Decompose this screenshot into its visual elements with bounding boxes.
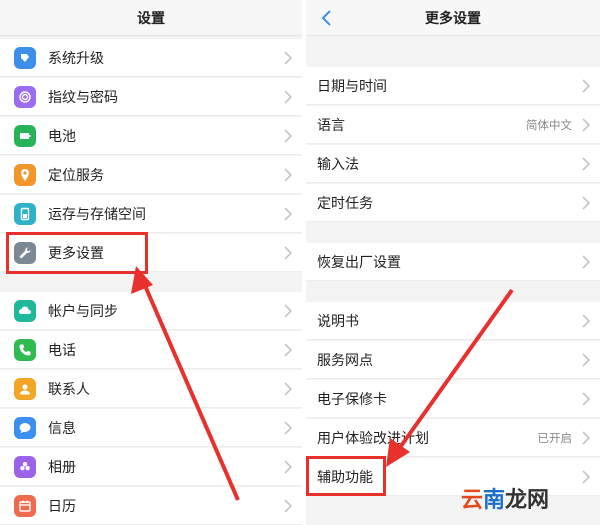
settings-item-system-update[interactable]: 系统升级 bbox=[0, 39, 302, 77]
chevron-right-icon bbox=[284, 89, 292, 104]
settings-item-label: 定位服务 bbox=[48, 167, 104, 184]
contacts-icon bbox=[14, 377, 36, 400]
setting-label: 恢复出厂设置 bbox=[317, 254, 401, 271]
cloud-sync-icon bbox=[14, 299, 36, 322]
settings-header: 设置 bbox=[0, 0, 302, 36]
setting-date-time[interactable]: 日期与时间 bbox=[306, 67, 600, 105]
chevron-right-icon bbox=[284, 206, 292, 221]
setting-value: 已开启 bbox=[537, 430, 573, 445]
watermark: 云南龙网 bbox=[461, 482, 549, 514]
chevron-right-icon bbox=[284, 50, 292, 65]
chevron-right-icon bbox=[582, 78, 590, 93]
setting-label: 服务网点 bbox=[317, 352, 373, 369]
page-title: 更多设置 bbox=[425, 10, 481, 27]
settings-item-phone[interactable]: 电话 bbox=[0, 331, 302, 369]
settings-item-more-settings[interactable]: 更多设置 bbox=[0, 234, 302, 272]
setting-label: 用户体验改进计划 bbox=[317, 430, 429, 447]
chevron-right-icon bbox=[582, 469, 590, 484]
gallery-icon bbox=[14, 455, 36, 478]
setting-e-warranty[interactable]: 电子保修卡 bbox=[306, 380, 600, 418]
settings-item-label: 指纹与密码 bbox=[48, 89, 118, 106]
chevron-right-icon bbox=[284, 128, 292, 143]
watermark-part: 龙网 bbox=[505, 488, 550, 513]
setting-label: 电子保修卡 bbox=[317, 391, 387, 408]
chevron-right-icon bbox=[284, 245, 292, 260]
settings-item-gallery[interactable]: 相册 bbox=[0, 448, 302, 486]
settings-item-label: 电话 bbox=[48, 342, 76, 359]
settings-item-label: 日历 bbox=[48, 498, 76, 515]
setting-scheduled-tasks[interactable]: 定时任务 bbox=[306, 184, 600, 222]
setting-label: 辅助功能 bbox=[317, 469, 373, 486]
setting-language[interactable]: 语言 简体中文 bbox=[306, 106, 600, 144]
chevron-right-icon bbox=[582, 430, 590, 445]
message-icon bbox=[14, 416, 36, 439]
setting-value: 简体中文 bbox=[526, 117, 572, 132]
setting-label: 语言 bbox=[317, 117, 345, 134]
phone-icon bbox=[14, 338, 36, 361]
settings-item-label: 电池 bbox=[48, 128, 76, 145]
chevron-right-icon bbox=[582, 352, 590, 367]
watermark-part: 南 bbox=[483, 488, 506, 513]
chevron-right-icon bbox=[284, 342, 292, 357]
chevron-right-icon bbox=[582, 391, 590, 406]
setting-accessibility[interactable]: 辅助功能 bbox=[306, 458, 600, 496]
wrench-icon bbox=[14, 241, 36, 264]
page-title: 设置 bbox=[137, 10, 165, 27]
settings-item-label: 联系人 bbox=[48, 381, 90, 398]
chevron-right-icon bbox=[582, 156, 590, 171]
chevron-right-icon bbox=[284, 420, 292, 435]
setting-manual[interactable]: 说明书 bbox=[306, 302, 600, 340]
back-arrow-icon[interactable] bbox=[318, 9, 336, 27]
settings-item-battery[interactable]: 电池 bbox=[0, 117, 302, 155]
fingerprint-icon bbox=[14, 85, 36, 108]
settings-item-label: 系统升级 bbox=[48, 50, 104, 67]
more-settings-header: 更多设置 bbox=[306, 0, 600, 36]
setting-user-experience-program[interactable]: 用户体验改进计划 已开启 bbox=[306, 419, 600, 457]
calendar-icon bbox=[14, 494, 36, 517]
chevron-right-icon bbox=[284, 167, 292, 182]
settings-item-location[interactable]: 定位服务 bbox=[0, 156, 302, 194]
setting-label: 输入法 bbox=[317, 156, 359, 173]
storage-icon bbox=[14, 202, 36, 225]
settings-item-label: 运存与存储空间 bbox=[48, 206, 146, 223]
location-icon bbox=[14, 163, 36, 186]
chevron-right-icon bbox=[582, 313, 590, 328]
chevron-right-icon bbox=[284, 459, 292, 474]
chevron-right-icon bbox=[284, 498, 292, 513]
setting-label: 定时任务 bbox=[317, 195, 373, 212]
settings-item-fingerprint[interactable]: 指纹与密码 bbox=[0, 78, 302, 116]
chevron-right-icon bbox=[582, 117, 590, 132]
setting-input-method[interactable]: 输入法 bbox=[306, 145, 600, 183]
setting-label: 日期与时间 bbox=[317, 78, 387, 95]
chevron-right-icon bbox=[582, 254, 590, 269]
more-settings-panel: 更多设置 日期与时间 语言 简体中文 输入法 定时任务 恢复出厂设置 说明书 服… bbox=[306, 0, 600, 525]
settings-item-contacts[interactable]: 联系人 bbox=[0, 370, 302, 408]
battery-icon bbox=[14, 124, 36, 147]
settings-panel: 设置 系统升级 指纹与密码 电池 定位服务 运存与存储空间 更多设置 帐户与同步… bbox=[0, 0, 302, 525]
settings-item-label: 信息 bbox=[48, 420, 76, 437]
chevron-right-icon bbox=[284, 381, 292, 396]
chevron-right-icon bbox=[582, 195, 590, 210]
watermark-part: 云 bbox=[461, 488, 484, 513]
setting-factory-reset[interactable]: 恢复出厂设置 bbox=[306, 243, 600, 281]
settings-item-accounts-sync[interactable]: 帐户与同步 bbox=[0, 292, 302, 330]
settings-item-label: 相册 bbox=[48, 459, 76, 476]
settings-item-label: 更多设置 bbox=[48, 245, 104, 262]
setting-label: 说明书 bbox=[317, 313, 359, 330]
system-update-icon bbox=[14, 46, 36, 69]
settings-item-storage[interactable]: 运存与存储空间 bbox=[0, 195, 302, 233]
chevron-right-icon bbox=[284, 303, 292, 318]
settings-item-calendar[interactable]: 日历 bbox=[0, 487, 302, 525]
settings-item-label: 帐户与同步 bbox=[48, 303, 118, 320]
setting-service-outlets[interactable]: 服务网点 bbox=[306, 341, 600, 379]
settings-item-messages[interactable]: 信息 bbox=[0, 409, 302, 447]
